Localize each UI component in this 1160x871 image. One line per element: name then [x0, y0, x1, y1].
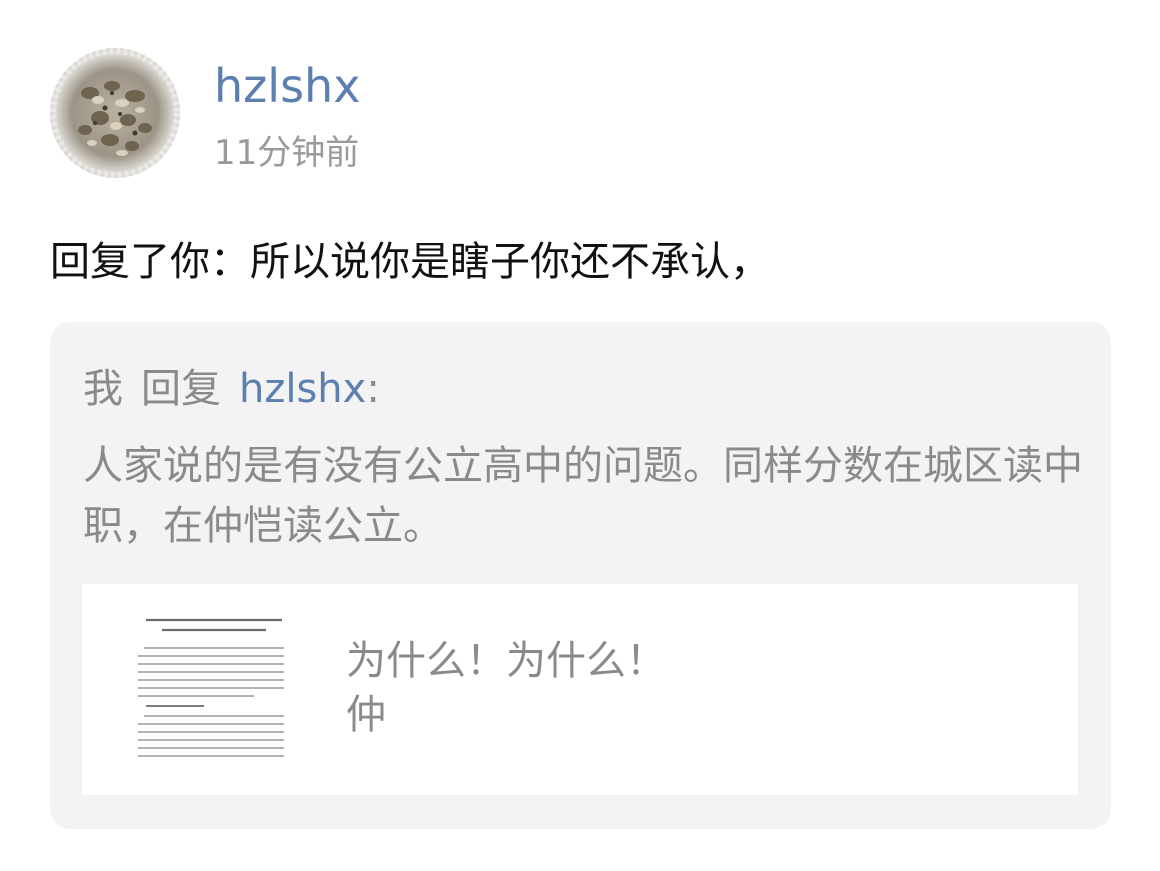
username-link[interactable]: hzlshx [214, 58, 360, 114]
attachment-title: 为什么！为什么！ [346, 638, 666, 684]
attachment-card[interactable]: 为什么！为什么！ 仲 [82, 584, 1078, 795]
reply-text: 回复了你：所以说你是瞎子你还不承认， [50, 239, 770, 285]
quoted-username-link[interactable]: hzlshx [239, 366, 366, 412]
comment-card: hzlshx 11分钟前 回复了你：所以说你是瞎子你还不承认， 我回复 hzlsh… [0, 0, 1160, 871]
avatar[interactable] [50, 48, 180, 178]
quote-header: 我回复 hzlshx: [83, 364, 380, 414]
quote-me-label: 我 [83, 366, 123, 412]
quoted-comment[interactable]: 我回复 hzlshx: 人家说的是有没有公立高中的问题。同样分数在城区读中职，在仲… [50, 322, 1111, 829]
timestamp: 11分钟前 [214, 133, 360, 173]
attachment-text: 为什么！为什么！ 仲 [346, 634, 666, 742]
avatar-image [50, 48, 180, 178]
document-thumbnail-icon [134, 612, 294, 762]
quote-body-text: 人家说的是有没有公立高中的问题。同样分数在城区读中职，在仲恺读公立。 [83, 443, 1083, 549]
quote-reply-label: 回复 [141, 366, 221, 412]
attachment-subtitle: 仲 [346, 692, 386, 738]
quote-colon: : [366, 366, 380, 412]
